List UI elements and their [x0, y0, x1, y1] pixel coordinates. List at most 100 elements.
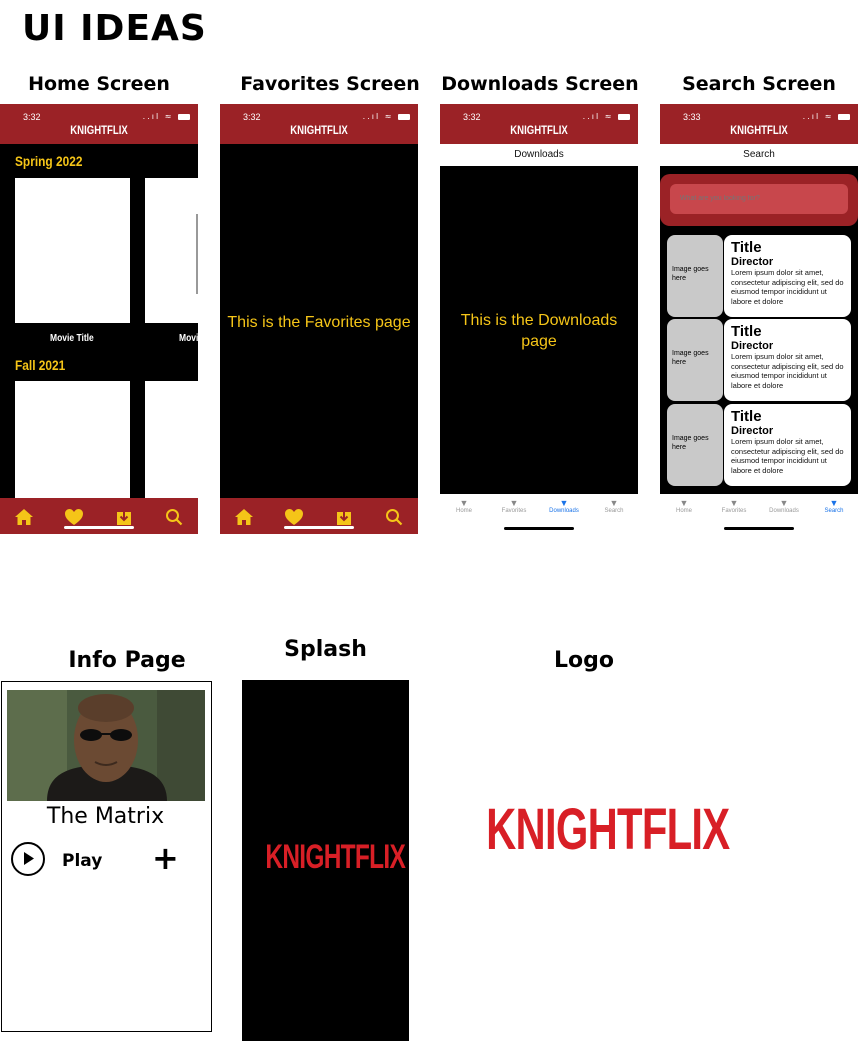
brand-logo: KNIGHTFLIX [70, 123, 128, 137]
category-title: Fall 2021 [15, 357, 66, 373]
tab-search[interactable]: ▼ Search [814, 498, 854, 514]
battery-icon [398, 113, 410, 120]
movie-poster[interactable] [15, 178, 130, 323]
tab-home[interactable]: ▼ Home [444, 498, 484, 514]
plus-icon[interactable]: + [152, 842, 179, 874]
tab-bar: ▼ Home ▼ Favorites ▼ Downloads ▼ Search [660, 494, 858, 534]
tab-downloads[interactable]: ▼ Downloads [544, 498, 584, 514]
downloads-message: This is the Downloads page [460, 312, 618, 350]
movie-title: Movi [179, 333, 198, 344]
result-image: Image goes here [667, 319, 723, 401]
home-indicator [724, 527, 794, 530]
app-header: 3:32 ..ıl ≈ KNIGHTFLIX [0, 104, 198, 144]
home-screen: 3:32 ..ıl ≈ KNIGHTFLIX Spring 2022 Movie… [0, 104, 198, 534]
tab-bar [0, 498, 198, 534]
status-time: 3:32 [23, 112, 41, 122]
movie-image [7, 690, 205, 801]
tab-triangle-icon: ▼ [459, 498, 469, 508]
status-icons: ..ıl ≈ [803, 112, 850, 121]
app-header: 3:33 ..ıl ≈ KNIGHTFLIX [660, 104, 858, 144]
tab-bar: ▼ Home ▼ Favorites ▼ Downloads ▼ Search [440, 494, 638, 534]
result-title: Title [731, 323, 762, 340]
result-title: Title [731, 239, 762, 256]
movie-poster[interactable] [15, 381, 130, 501]
result-image: Image goes here [667, 404, 723, 486]
splash-screen: KNIGHTFLIX [242, 680, 409, 1041]
tab-favorites[interactable]: ▼ Favorites [714, 498, 754, 514]
tab-triangle-icon: ▼ [559, 498, 569, 508]
search-icon[interactable] [163, 506, 185, 528]
brand-logo: KNIGHTFLIX [510, 123, 568, 137]
tab-search[interactable]: ▼ Search [594, 498, 634, 514]
brand-logo: KNIGHTFLIX [730, 123, 788, 137]
heart-icon[interactable] [63, 506, 85, 528]
result-card[interactable]: Image goes here Title Director Lorem ips… [667, 404, 851, 486]
result-description: Lorem ipsum dolor sit amet, consectetur … [731, 437, 844, 475]
content-area: This is the Downloads page [440, 166, 638, 494]
result-image: Image goes here [667, 235, 723, 317]
brand-logo: KNIGHTFLIX [290, 123, 348, 137]
favorites-message: This is the Favorites page [227, 314, 411, 331]
result-info: Title Director Lorem ipsum dolor sit ame… [724, 319, 851, 401]
home-icon[interactable] [233, 506, 255, 528]
result-description: Lorem ipsum dolor sit amet, consectetur … [731, 268, 844, 306]
movie-poster[interactable] [145, 381, 198, 501]
home-indicator [64, 526, 134, 529]
search-bar [660, 174, 858, 226]
status-icons: ..ıl ≈ [583, 112, 630, 121]
home-indicator [284, 526, 354, 529]
home-icon[interactable] [13, 506, 35, 528]
play-icon[interactable] [11, 842, 45, 876]
play-button[interactable]: Play [62, 851, 102, 871]
result-director: Director [731, 340, 774, 352]
status-icons: ..ıl ≈ [143, 112, 190, 121]
search-screen-label: Search Screen [682, 73, 836, 95]
result-card[interactable]: Image goes here Title Director Lorem ips… [667, 235, 851, 317]
result-info: Title Director Lorem ipsum dolor sit ame… [724, 404, 851, 486]
status-time: 3:32 [243, 112, 261, 122]
favorites-screen-label: Favorites Screen [240, 73, 420, 95]
tab-favorites[interactable]: ▼ Favorites [494, 498, 534, 514]
movie-title: Movie Title [50, 333, 94, 344]
search-screen: 3:33 ..ıl ≈ KNIGHTFLIX Search Image goes… [660, 104, 858, 534]
movie-poster[interactable] [145, 178, 198, 323]
tab-home[interactable]: ▼ Home [664, 498, 704, 514]
status-time: 3:33 [683, 112, 701, 122]
screen-header: Downloads [440, 144, 638, 166]
tab-triangle-icon: ▼ [779, 498, 789, 508]
download-icon[interactable] [333, 506, 355, 528]
tab-triangle-icon: ▼ [829, 498, 839, 508]
scrollbar[interactable] [196, 214, 198, 294]
category-title: Spring 2022 [15, 153, 83, 169]
splash-logo: KNIGHTFLIX [265, 838, 406, 876]
logo-label: Logo [554, 648, 614, 673]
result-director: Director [731, 425, 774, 437]
result-description: Lorem ipsum dolor sit amet, consectetur … [731, 352, 844, 390]
splash-label: Splash [284, 637, 367, 662]
battery-icon [178, 113, 190, 120]
tab-bar [220, 498, 418, 534]
screen-header: Search [660, 144, 858, 166]
tab-triangle-icon: ▼ [729, 498, 739, 508]
home-screen-label: Home Screen [28, 73, 170, 95]
tab-triangle-icon: ▼ [609, 498, 619, 508]
result-info: Title Director Lorem ipsum dolor sit ame… [724, 235, 851, 317]
tab-triangle-icon: ▼ [509, 498, 519, 508]
heart-icon[interactable] [283, 506, 305, 528]
status-time: 3:32 [463, 112, 481, 122]
home-indicator [504, 527, 574, 530]
download-icon[interactable] [113, 506, 135, 528]
app-header: 3:32 ..ıl ≈ KNIGHTFLIX [220, 104, 418, 144]
battery-icon [838, 113, 850, 120]
tab-downloads[interactable]: ▼ Downloads [764, 498, 804, 514]
result-title: Title [731, 408, 762, 425]
search-icon[interactable] [383, 506, 405, 528]
brand-logo-large: KNIGHTFLIX [486, 797, 730, 862]
page-title: UI IDEAS [22, 8, 207, 49]
downloads-screen-label: Downloads Screen [441, 73, 639, 95]
search-input[interactable] [670, 184, 848, 214]
result-card[interactable]: Image goes here Title Director Lorem ips… [667, 319, 851, 401]
battery-icon [618, 113, 630, 120]
tab-triangle-icon: ▼ [679, 498, 689, 508]
info-page: The Matrix Play + [1, 681, 212, 1032]
